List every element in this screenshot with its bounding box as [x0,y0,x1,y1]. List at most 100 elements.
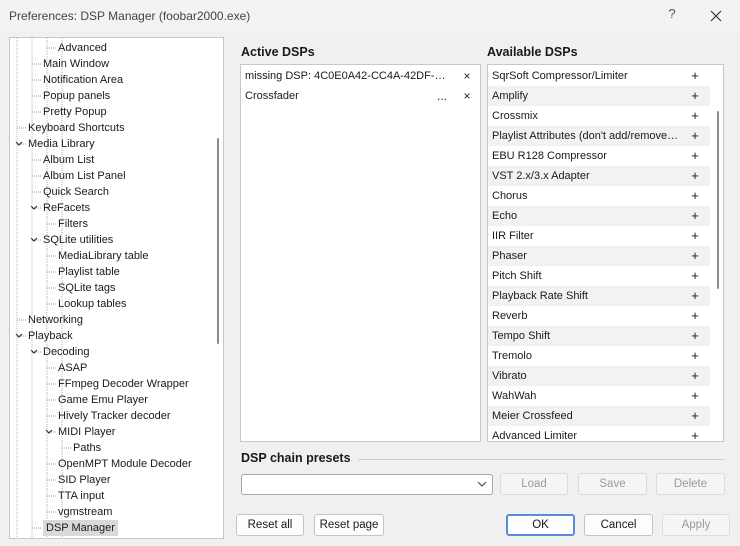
chevron-down-icon[interactable] [14,331,24,341]
tree-item[interactable]: ReFacets [43,200,90,216]
tree-item[interactable]: Filters [58,216,88,232]
add-dsp-icon[interactable]: + [688,286,702,306]
tree-item[interactable]: OpenMPT Module Decoder [58,456,192,472]
add-dsp-icon[interactable]: + [688,306,702,326]
tree-item[interactable]: Quick Search [43,184,109,200]
available-dsp-row[interactable]: Chorus + [488,186,710,206]
tree-item[interactable]: Advanced [58,40,107,56]
available-dsp-row[interactable]: Meier Crossfeed + [488,406,710,426]
tree-item[interactable]: FFmpeg Decoder Wrapper [58,376,189,392]
tree-item[interactable]: SID Player [58,472,111,488]
reset-all-button[interactable]: Reset all [236,514,304,536]
available-dsp-row[interactable]: Tremolo + [488,346,710,366]
available-dsp-row[interactable]: IIR Filter + [488,226,710,246]
delete-button[interactable]: Delete [656,473,725,495]
add-dsp-icon[interactable]: + [688,126,702,146]
tree-item[interactable]: Notification Area [43,72,123,88]
cancel-button[interactable]: Cancel [584,514,653,536]
apply-button[interactable]: Apply [662,514,730,536]
add-dsp-icon[interactable]: + [688,146,702,166]
available-dsp-row[interactable]: Playback Rate Shift + [488,286,710,306]
add-dsp-icon[interactable]: + [688,386,702,406]
close-icon[interactable] [706,6,726,26]
tree-item[interactable]: DSP Manager [43,520,118,536]
available-dsps-scrollbar[interactable] [717,111,719,289]
tree-item[interactable]: Popup panels [43,88,110,104]
tree-item[interactable]: Playlist table [58,264,120,280]
available-dsp-row[interactable]: Crossmix + [488,106,710,126]
add-dsp-icon[interactable]: + [688,406,702,426]
available-dsp-row[interactable]: EBU R128 Compressor + [488,146,710,166]
tree-item[interactable]: MediaLibrary table [58,248,149,264]
tree-item[interactable]: SQLite tags [58,280,115,296]
add-dsp-icon[interactable]: + [688,206,702,226]
tree-item[interactable]: MIDI Player [58,424,115,440]
tree-item[interactable]: Media Library [28,136,95,152]
available-dsp-name: Crossmix [492,110,538,122]
load-button[interactable]: Load [500,473,568,495]
active-dsp-row[interactable]: Crossfader... × [241,86,477,106]
help-icon[interactable]: ? [665,6,679,26]
available-dsp-row[interactable]: Amplify + [488,86,710,106]
reset-page-button[interactable]: Reset page [314,514,384,536]
remove-dsp-icon[interactable]: × [460,66,474,86]
add-dsp-icon[interactable]: + [688,346,702,366]
available-dsp-row[interactable]: WahWah + [488,386,710,406]
add-dsp-icon[interactable]: + [688,266,702,286]
tree-item[interactable]: Playback [28,328,73,344]
available-dsp-row[interactable]: Echo + [488,206,710,226]
add-dsp-icon[interactable]: + [688,366,702,386]
available-dsp-row[interactable]: Phaser + [488,246,710,266]
add-dsp-icon[interactable]: + [688,246,702,266]
tree-item[interactable]: Pretty Popup [43,104,107,120]
tree-scrollbar[interactable] [217,138,219,344]
tree-item[interactable]: vgmstream [58,504,112,520]
chevron-down-icon[interactable] [29,347,39,357]
add-dsp-icon[interactable]: + [688,426,702,441]
tree-item[interactable]: Networking [28,312,83,328]
configure-dsp-button[interactable]: ... [435,86,449,106]
available-dsp-row[interactable]: SqrSoft Compressor/Limiter + [488,66,710,86]
available-dsp-row[interactable]: VST 2.x/3.x Adapter + [488,166,710,186]
available-dsp-row[interactable]: Advanced Limiter + [488,426,710,441]
tree-item[interactable]: SQLite utilities [43,232,113,248]
chevron-down-icon[interactable] [29,235,39,245]
available-dsp-row[interactable]: Pitch Shift + [488,266,710,286]
ok-button[interactable]: OK [506,514,575,536]
available-dsp-row[interactable]: Reverb + [488,306,710,326]
add-dsp-icon[interactable]: + [688,226,702,246]
tree-item[interactable]: Lookup tables [58,296,127,312]
add-dsp-icon[interactable]: + [688,326,702,346]
available-dsp-row[interactable]: Playlist Attributes (don't add/remove… + [488,126,710,146]
available-dsps-list[interactable]: SqrSoft Compressor/Limiter + Amplify + Cross… [487,64,724,442]
tree-item[interactable]: Paths [73,440,101,456]
preferences-tree[interactable]: Advanced Main Window Notification Area Popu… [9,37,224,539]
chevron-down-icon[interactable] [44,427,54,437]
active-dsps-list[interactable]: missing DSP: 4C0E0A42-CC4A-42DF-97… × Cros… [240,64,481,442]
add-dsp-icon[interactable]: + [688,186,702,206]
chevron-down-icon[interactable] [29,203,39,213]
tree-item[interactable]: Decoding [43,344,89,360]
add-dsp-icon[interactable]: + [688,86,702,106]
active-dsps-heading: Active DSPs [241,45,315,59]
add-dsp-icon[interactable]: + [688,66,702,86]
chevron-down-icon[interactable] [14,139,24,149]
available-dsp-name: Phaser [492,250,527,262]
tree-item[interactable]: ASAP [58,360,87,376]
tree-item[interactable]: Main Window [43,56,109,72]
available-dsp-row[interactable]: Vibrato + [488,366,710,386]
tree-item[interactable]: Album List [43,152,94,168]
add-dsp-icon[interactable]: + [688,106,702,126]
chevron-down-icon [477,481,487,487]
remove-dsp-icon[interactable]: × [460,86,474,106]
tree-item[interactable]: Album List Panel [43,168,126,184]
tree-item[interactable]: TTA input [58,488,104,504]
active-dsp-row[interactable]: missing DSP: 4C0E0A42-CC4A-42DF-97… × [241,66,477,86]
add-dsp-icon[interactable]: + [688,166,702,186]
save-button[interactable]: Save [578,473,647,495]
tree-item[interactable]: Hively Tracker decoder [58,408,171,424]
available-dsp-row[interactable]: Tempo Shift + [488,326,710,346]
tree-item[interactable]: Game Emu Player [58,392,148,408]
presets-combo[interactable] [241,474,493,495]
tree-item[interactable]: Keyboard Shortcuts [28,120,125,136]
